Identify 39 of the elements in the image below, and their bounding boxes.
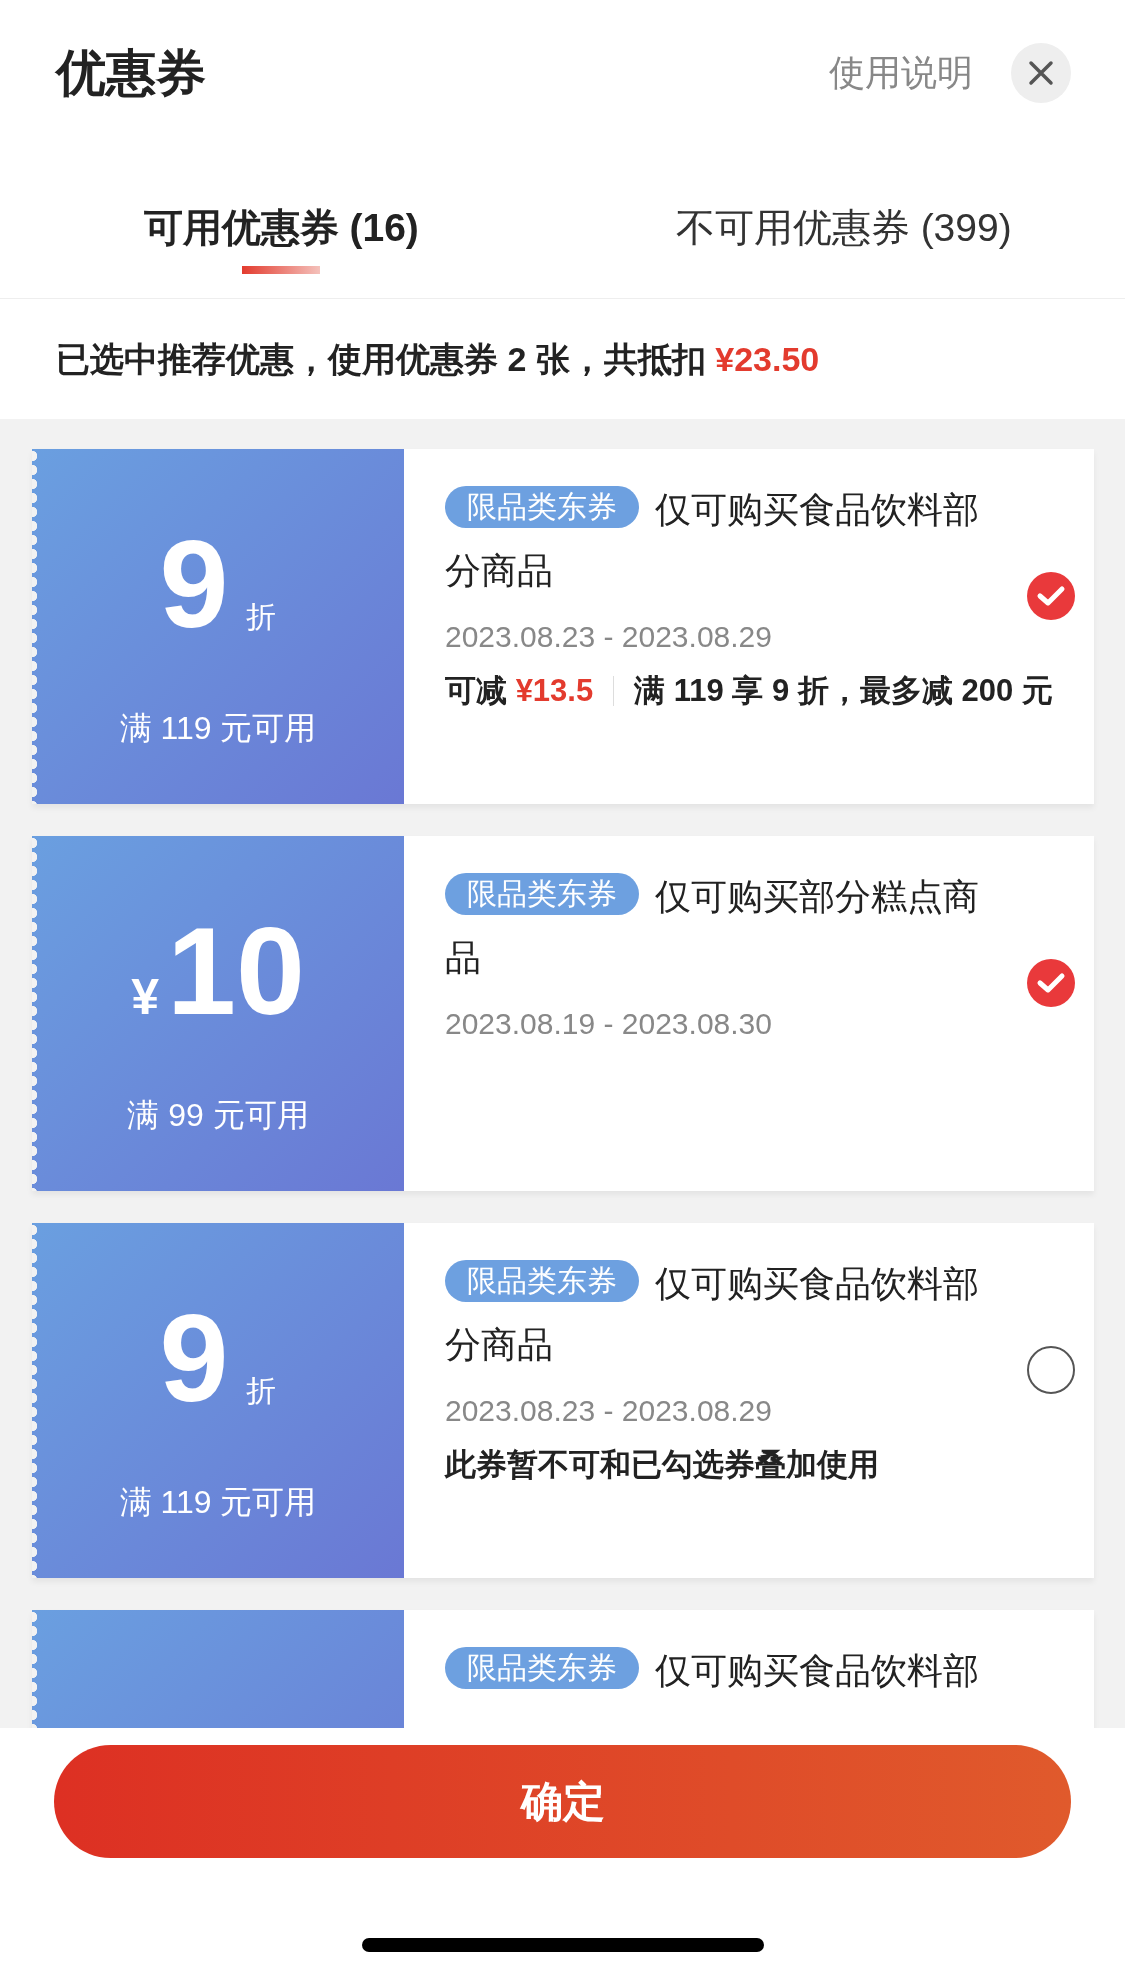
currency-sign: ¥ bbox=[131, 968, 159, 1026]
close-icon bbox=[1028, 60, 1054, 86]
category-tag: 限品类东券 bbox=[445, 486, 639, 528]
threshold-text: 满 119 元可用 bbox=[119, 1483, 317, 1522]
validity-text: 2023.08.23 - 2023.08.29 bbox=[445, 619, 773, 655]
coupon-card[interactable]: 9 折 满 119 元可用 限品类东券 仅可购买食品饮料部 分商品 2023.08.23 - 2023.08.29 此券暂不可和已勾选券叠加使用 bbox=[32, 1223, 1094, 1578]
checked-icon[interactable] bbox=[1026, 958, 1076, 1008]
validity-text: 2023.08.19 - 2023.08.30 bbox=[445, 1006, 773, 1042]
coupon-description: 分商品 bbox=[445, 550, 553, 591]
savings-text: 可减 ¥13.5 bbox=[445, 672, 594, 710]
cash-value: 10 bbox=[166, 906, 305, 1036]
discount-value: 9 bbox=[159, 1293, 229, 1423]
coupon-description: 仅可购买食品饮料部 bbox=[655, 1650, 979, 1691]
stacking-note: 此券暂不可和已勾选券叠加使用 bbox=[445, 1446, 880, 1484]
discount-unit: 折 bbox=[246, 1373, 277, 1409]
confirm-button[interactable]: 确定 bbox=[54, 1745, 1071, 1858]
coupon-card[interactable]: 9 折 满 119 元可用 限品类东券 仅可购买食品饮料部 分商品 2023.08.23 - 2023.08.29 可减 ¥13.5 满 119 享 9 折，最多减 200 元 bbox=[32, 449, 1094, 804]
summary-text: 已选中推荐优惠，使用优惠券 2 张，共抵扣 ¥23.50 bbox=[55, 339, 821, 380]
threshold-text: 满 99 元可用 bbox=[127, 1096, 309, 1135]
validity-text: 2023.08.23 - 2023.08.29 bbox=[445, 1393, 773, 1429]
help-link[interactable]: 使用说明 bbox=[829, 48, 973, 98]
coupon-card[interactable]: ¥10 满 99 元可用 限品类东券 仅可购买部分糕点商 品 2023.08.19 - 2023.08.30 bbox=[32, 836, 1094, 1191]
category-tag: 限品类东券 bbox=[445, 1260, 639, 1302]
coupon-description: 品 bbox=[445, 937, 481, 978]
coupon-description: 仅可购买食品饮料部 bbox=[655, 489, 979, 530]
coupon-tab[interactable]: 可用优惠券 (16) bbox=[143, 200, 419, 256]
category-tag: 限品类东券 bbox=[445, 873, 639, 915]
checked-icon[interactable] bbox=[1026, 571, 1076, 621]
rule-text: 满 119 享 9 折，最多减 200 元 bbox=[634, 672, 1053, 710]
coupon-tab[interactable]: 不可用优惠券 (399) bbox=[675, 200, 1012, 256]
coupon-description: 仅可购买部分糕点商 bbox=[655, 876, 979, 917]
sheet-title: 优惠券 bbox=[56, 43, 207, 103]
category-tag: 限品类东券 bbox=[445, 1647, 639, 1689]
coupon-description: 仅可购买食品饮料部 bbox=[655, 1263, 979, 1304]
discount-value: 9 bbox=[159, 519, 229, 649]
threshold-text: 满 119 元可用 bbox=[119, 709, 317, 748]
radio-button[interactable] bbox=[1026, 1345, 1076, 1395]
coupon-description: 分商品 bbox=[445, 1324, 553, 1365]
discount-unit: 折 bbox=[246, 599, 277, 635]
